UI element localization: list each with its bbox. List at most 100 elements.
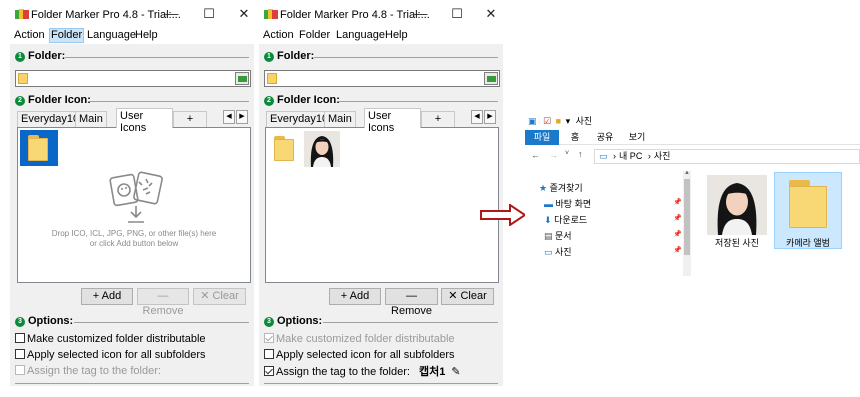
maximize-button[interactable]: ☐ (199, 5, 219, 23)
ribbon-tab-share[interactable]: 공유 (594, 130, 616, 145)
option-apply-subfolders[interactable]: Apply selected icon for all subfolders (15, 349, 206, 361)
pin-icon[interactable]: 📌 (673, 230, 682, 238)
menu-help[interactable]: Help (384, 29, 409, 41)
remove-button[interactable]: — Remove (385, 288, 438, 317)
nav-scrollbar[interactable]: ▲ (683, 170, 691, 276)
desktop-icon: ▬ (544, 199, 553, 209)
icon-list[interactable]: Drop ICO, ICL, JPG, PNG, or other file(s… (17, 127, 251, 283)
forward-arrow-icon[interactable]: → (549, 150, 558, 160)
breadcrumb-pc[interactable]: 내 PC (619, 151, 642, 161)
nav-desktop[interactable]: ▬ 바탕 화면 (544, 197, 591, 210)
tab-everyday10[interactable]: Everyday10 (266, 111, 333, 127)
folder-icon (267, 73, 277, 84)
minimize-button[interactable]: — (162, 5, 182, 23)
selected-icon-tile[interactable] (20, 130, 58, 166)
file-item-camera-album[interactable]: 카메라 앨범 (774, 172, 842, 249)
portrait-photo-icon[interactable] (304, 131, 340, 167)
star-icon: ★ (539, 183, 548, 193)
address-bar[interactable]: ▭ › 내 PC › 사진 (594, 149, 860, 164)
quick-access-dropdown-icon[interactable]: ▾ (566, 116, 571, 126)
tab-main[interactable]: Main (324, 111, 356, 127)
breadcrumb-pictures[interactable]: 사진 (654, 151, 671, 161)
tab-user-icons[interactable]: User Icons (364, 108, 421, 134)
icon-list[interactable] (265, 127, 499, 283)
clear-button[interactable]: ✕ Clear (441, 288, 494, 305)
window-title: Folder Marker Pro 4.8 - Trial:... (280, 9, 430, 21)
tab-main[interactable]: Main (75, 111, 107, 127)
maximize-button[interactable]: ☐ (447, 5, 467, 23)
drop-hint-line-1: Drop ICO, ICL, JPG, PNG, or other file(s… (51, 229, 217, 238)
back-arrow-icon[interactable]: ← (531, 150, 540, 160)
divider (74, 322, 249, 323)
remove-button[interactable]: — Remove (137, 288, 189, 317)
nav-pictures[interactable]: ▭ 사진 (544, 245, 572, 258)
close-button[interactable]: ✕ (481, 5, 501, 23)
tab-scroll-left-button[interactable]: ◀ (471, 110, 483, 124)
tab-user-icons[interactable]: User Icons (116, 108, 173, 134)
folder-path-input[interactable] (15, 70, 251, 87)
pc-icon: ▭ (599, 151, 608, 161)
add-button[interactable]: + Add (81, 288, 133, 305)
add-button[interactable]: + Add (329, 288, 381, 305)
menu-help[interactable]: Help (134, 29, 159, 41)
divider (338, 101, 498, 102)
divider (264, 383, 498, 384)
nav-documents[interactable]: ▤ 문서 (544, 229, 572, 242)
drop-images-icon (109, 171, 163, 223)
tab-add[interactable]: + (173, 111, 207, 127)
option-distributable[interactable]: Make customized folder distributable (15, 333, 206, 345)
divider (323, 322, 498, 323)
close-button[interactable]: ✕ (234, 5, 254, 23)
checkbox[interactable] (15, 349, 25, 359)
folder-path-input[interactable] (264, 70, 500, 87)
tab-everyday10[interactable]: Everyday10 (17, 111, 84, 127)
recent-dropdown-icon[interactable]: ˅ (565, 150, 569, 157)
menu-bar: Action Folder Language Help (10, 28, 254, 44)
browse-folder-button[interactable] (484, 72, 498, 85)
browse-folder-button[interactable] (235, 72, 249, 85)
menu-language[interactable]: Language (86, 29, 137, 41)
pin-icon[interactable]: 📌 (673, 246, 682, 254)
pin-icon[interactable]: 📌 (673, 214, 682, 222)
ribbon-tab-home[interactable]: 홈 (567, 130, 583, 145)
option-assign-tag[interactable]: Assign the tag to the folder: 캡처1 ✎ (264, 363, 461, 379)
checkbox[interactable] (264, 349, 274, 359)
ribbon-tab-view[interactable]: 보기 (626, 130, 648, 145)
scrollbar-thumb[interactable] (684, 179, 690, 255)
option-assign-tag[interactable]: Assign the tag to the folder: (15, 365, 161, 377)
divider (314, 57, 498, 58)
checkbox[interactable] (264, 333, 274, 343)
menu-language[interactable]: Language (335, 29, 386, 41)
tab-add[interactable]: + (421, 111, 455, 127)
option-distributable[interactable]: Make customized folder distributable (264, 333, 455, 345)
checkbox[interactable] (15, 365, 25, 375)
folder-icon[interactable]: ■ (556, 116, 561, 126)
checkbox[interactable] (15, 333, 25, 343)
folder-icon[interactable] (274, 136, 294, 161)
option-apply-subfolders[interactable]: Apply selected icon for all subfolders (264, 349, 455, 361)
clear-button[interactable]: ✕ Clear (193, 288, 246, 305)
section-icon-heading: 2 Folder Icon: (15, 94, 91, 106)
file-item-saved-pictures[interactable]: 저장된 사진 (703, 173, 771, 249)
nav-downloads[interactable]: ⬇ 다운로드 (544, 213, 587, 226)
tab-scroll-right-button[interactable]: ▶ (484, 110, 496, 124)
nav-favorites[interactable]: ★ 즐겨찾기 (539, 181, 583, 194)
checkbox[interactable] (264, 366, 274, 376)
section-folder-heading: 1 Folder: (15, 50, 65, 62)
menu-folder[interactable]: Folder (298, 29, 331, 41)
menu-action[interactable]: Action (13, 29, 46, 41)
menu-folder[interactable]: Folder (49, 28, 85, 43)
tab-scroll-right-button[interactable]: ▶ (236, 110, 248, 124)
up-arrow-icon[interactable]: ↑ (578, 149, 583, 159)
explorer-title-bar: ▣ ☑ ■ ▾ 사진 (528, 114, 592, 127)
app-icon (15, 9, 29, 19)
edit-tag-icon[interactable]: ✎ (451, 366, 460, 378)
menu-action[interactable]: Action (262, 29, 295, 41)
ribbon-tab-file[interactable]: 파일 (525, 130, 559, 145)
pin-icon[interactable]: 📌 (673, 198, 682, 206)
minimize-button[interactable]: — (411, 5, 431, 23)
download-icon: ⬇ (544, 215, 552, 225)
title-bar: Folder Marker Pro 4.8 - Trial:... — ☐ ✕ (259, 0, 503, 28)
tab-scroll-left-button[interactable]: ◀ (223, 110, 235, 124)
properties-icon[interactable]: ☑ (543, 116, 551, 126)
